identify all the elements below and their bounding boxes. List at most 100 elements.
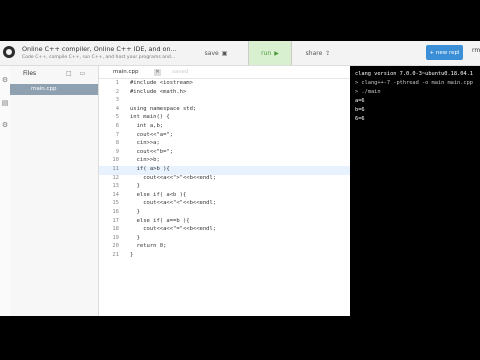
code-line: 7 cout<<"a="; [99, 132, 350, 141]
file-actions[interactable]: □ ▭ [66, 70, 88, 77]
editor-tabbar: main.cpp ✕ saved [99, 66, 350, 79]
repl-logo-icon[interactable] [3, 46, 15, 58]
files-title: Files [23, 70, 37, 77]
play-icon: ▶ [274, 49, 279, 57]
app-window: Online C++ compiler, Online C++ IDE, and… [0, 41, 480, 316]
new-repl-button[interactable]: + new repl [426, 45, 463, 60]
save-button[interactable]: save ▣ [192, 41, 240, 65]
code-line: 12 cout<<a<<">"<<b<<endl; [99, 175, 350, 184]
code-line: 10 cin>>b; [99, 157, 350, 166]
code-text: #include <iostream> [130, 80, 193, 86]
console-panel[interactable]: clang version 7.0.0-3~ubuntu0.18.04.1 > … [350, 66, 480, 316]
line-number: 1 [115, 80, 119, 86]
code-line: 14 else if( a<b ){ [99, 192, 350, 201]
console-line: 6=6 [355, 116, 365, 122]
code-line: 5 int main() { [99, 114, 350, 123]
code-text: return 0; [130, 243, 167, 250]
line-number: 18 [112, 226, 119, 233]
line-number: 2 [115, 88, 119, 95]
file-name: main.cpp [31, 86, 57, 92]
line-number: 20 [112, 243, 119, 250]
line-number: 13 [112, 183, 119, 190]
settings-icon[interactable]: ⚙ [1, 121, 9, 129]
code-line: 3 [99, 97, 350, 106]
code-line: 21} [99, 252, 350, 261]
code-text: cout<<a<<"<"<<b<<endl; [130, 200, 217, 207]
code-text: cout<<"a="; [130, 131, 174, 138]
console-line: > ./main [355, 89, 381, 95]
code-text: using namespace std; [130, 105, 197, 112]
line-number: 7 [115, 131, 119, 138]
code-text: int a,b; [130, 123, 164, 129]
active-code-line: 11 if( a>b ){ [99, 166, 350, 175]
save-label: save [204, 49, 219, 57]
code-line: 9 cout<<"b="; [99, 149, 350, 158]
run-label: run [261, 49, 272, 57]
code-text: } [130, 252, 134, 258]
code-line: 4 using namespace std; [99, 106, 350, 115]
console-line: > clang++-7 -pthread -o main main.cpp [355, 80, 473, 86]
code-text: } [130, 183, 140, 190]
code-line: 13 } [99, 183, 350, 192]
line-number: 14 [112, 191, 119, 198]
line-number: 15 [112, 200, 119, 207]
avatar[interactable]: rm [472, 47, 480, 54]
code-line: 1 #include <iostream> [99, 80, 350, 89]
code-text: else if( a==b ){ [130, 217, 190, 224]
code-text: } [130, 234, 140, 241]
code-line: 18 cout<<a<<"="<<b<<endl; [99, 226, 350, 235]
console-line: a=6 [355, 98, 365, 104]
console-line: b=6 [355, 107, 365, 113]
line-number: 6 [115, 123, 119, 129]
code-editor[interactable]: main.cpp ✕ saved 1 #include <iostream> 2 #… [99, 66, 391, 316]
line-number: 11 [112, 166, 119, 172]
page-title: Online C++ compiler, Online C++ IDE, and… [22, 45, 177, 53]
run-button[interactable]: run ▶ [248, 41, 292, 65]
line-number: 4 [115, 105, 119, 112]
gear-icon[interactable]: ⚙ [1, 76, 9, 84]
line-number: 10 [112, 157, 119, 164]
code-text: else if( a<b ){ [130, 191, 187, 198]
close-tab-icon[interactable]: ✕ [154, 69, 161, 76]
line-number: 19 [112, 234, 119, 241]
page-subtitle: Code C++, compile C++, run C++, and host… [22, 55, 176, 60]
line-number: 8 [115, 140, 119, 147]
code-line: 6 int a,b; [99, 123, 350, 132]
new-file-icon[interactable]: □ [66, 70, 75, 77]
code-text: cin>>a; [130, 140, 160, 147]
code-line: 2 #include <math.h> [99, 89, 350, 98]
code-line: 8 cin>>a; [99, 140, 350, 149]
file-item-main-cpp[interactable]: main.cpp [10, 84, 98, 95]
editor-tab-main[interactable]: main.cpp [113, 69, 139, 75]
code-line: 17 else if( a==b ){ [99, 218, 350, 227]
saved-status: saved [172, 69, 189, 75]
new-folder-icon[interactable]: ▭ [80, 70, 89, 77]
line-number: 17 [112, 217, 119, 224]
share-icon: ⇪ [325, 49, 331, 57]
line-number: 9 [115, 148, 119, 155]
file-icon[interactable]: ▤ [1, 99, 9, 107]
files-panel: Files □ ▭ main.cpp [10, 66, 99, 316]
line-number: 3 [115, 97, 119, 104]
code-text: cout<<a<<">"<<b<<endl; [130, 174, 217, 181]
share-label: share [305, 49, 323, 57]
code-line: 20 return 0; [99, 243, 350, 252]
code-text: if( a>b ){ [130, 166, 170, 172]
code-line: 16 } [99, 209, 350, 218]
code-text: #include <math.h> [130, 88, 187, 95]
code-line: 19 } [99, 235, 350, 244]
code-text: int main() { [130, 114, 170, 121]
line-number: 16 [112, 209, 119, 215]
code-text: cout<<"b="; [130, 148, 174, 155]
code-text: cout<<a<<"="<<b<<endl; [130, 226, 217, 233]
share-button[interactable]: share ⇪ [296, 41, 340, 65]
line-number: 12 [112, 174, 119, 181]
line-number: 5 [115, 114, 119, 121]
code-text: cin>>b; [130, 157, 160, 164]
line-number: 21 [112, 252, 119, 258]
code-text: } [130, 209, 140, 215]
code-line: 15 cout<<a<<"<"<<b<<endl; [99, 200, 350, 209]
save-icon: ▣ [221, 49, 228, 57]
top-bar: Online C++ compiler, Online C++ IDE, and… [0, 41, 480, 66]
console-line: clang version 7.0.0-3~ubuntu0.18.04.1 [355, 71, 473, 77]
